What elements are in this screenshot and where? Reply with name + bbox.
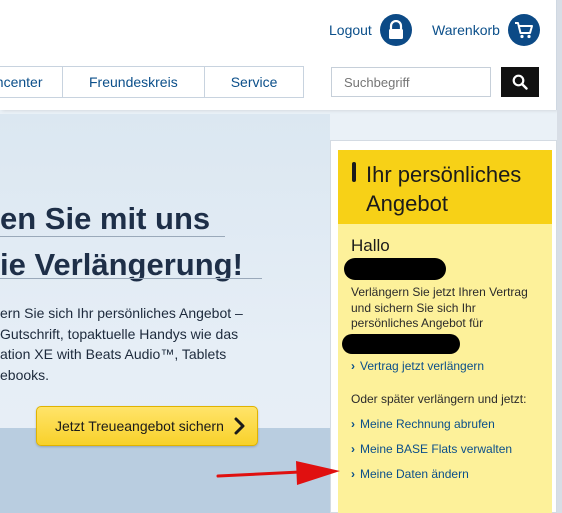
annotation-arrow-icon — [216, 461, 340, 485]
